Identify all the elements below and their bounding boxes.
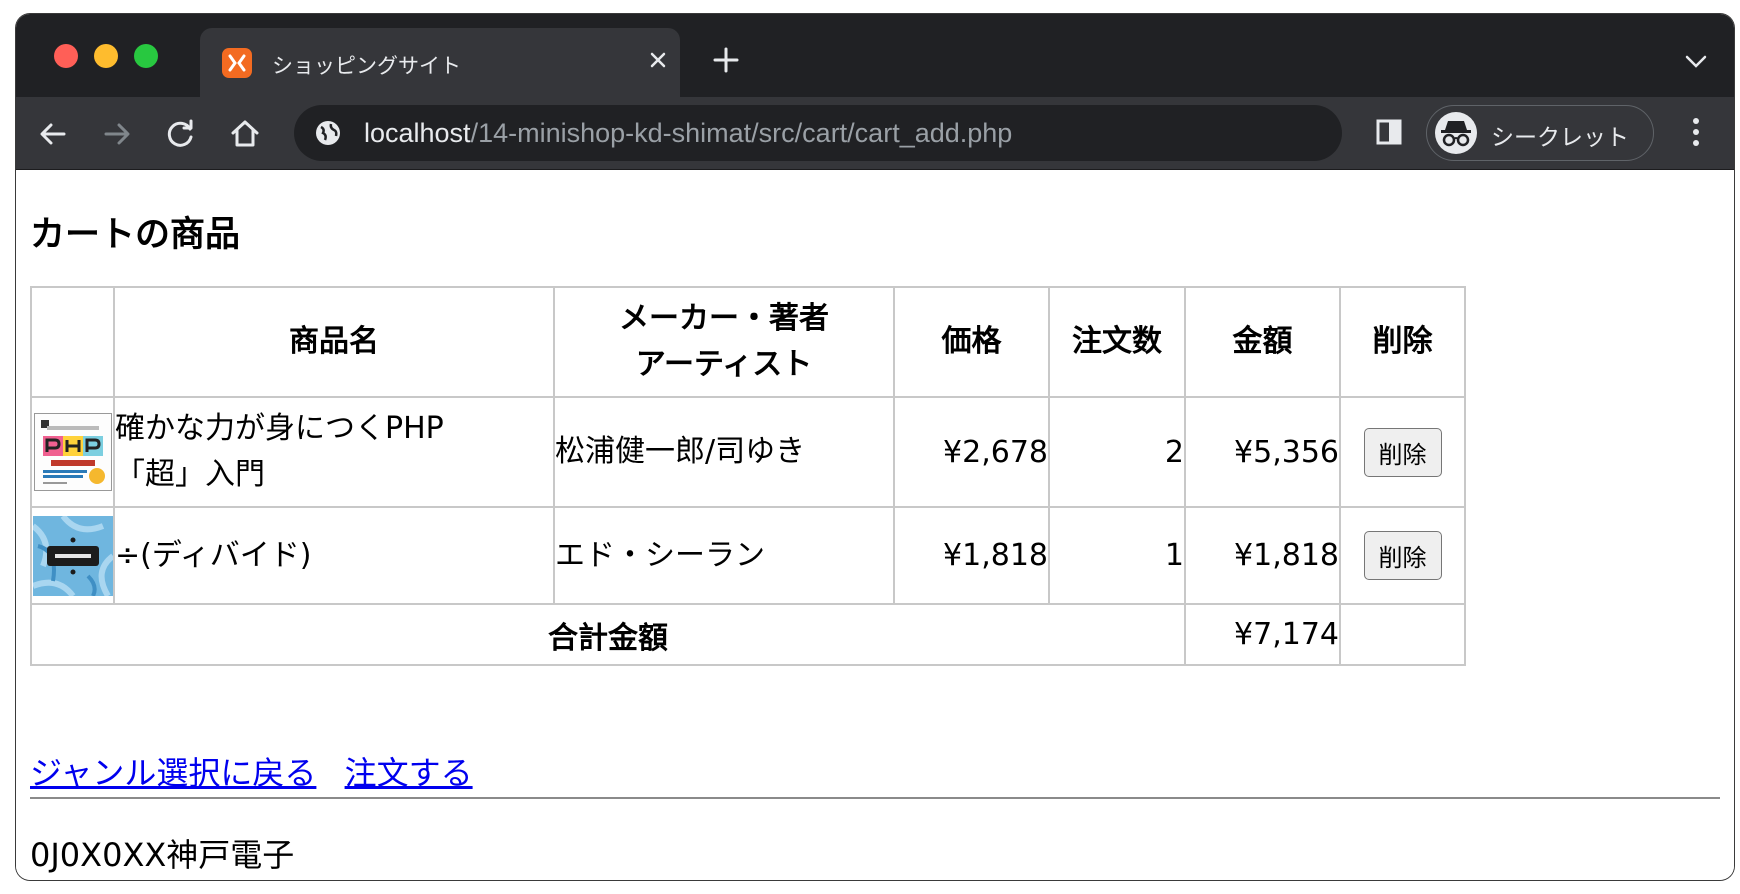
- back-arrow-icon[interactable]: [36, 117, 70, 151]
- product-price: ¥2,678: [893, 396, 1050, 508]
- url-path: /14-minishop-kd-shimat/src/cart/cart_add…: [470, 118, 1013, 148]
- product-image-cell: [30, 506, 115, 605]
- product-image-cell: [30, 396, 115, 508]
- table-header-row: 商品名 メーカー・著者 アーティスト 価格 注文数 金額 削除: [30, 286, 1466, 398]
- browser-toolbar: localhost/14-minishop-kd-shimat/src/cart…: [16, 97, 1734, 170]
- globe-icon[interactable]: [314, 119, 342, 151]
- product-price: ¥1,818: [893, 506, 1050, 605]
- page-content: カートの商品 商品名 メーカー・著者 アーティスト 価格 注文数 金額 削除 確…: [16, 170, 1734, 880]
- total-value: ¥7,174: [1184, 603, 1341, 666]
- address-bar[interactable]: localhost/14-minishop-kd-shimat/src/cart…: [294, 105, 1342, 161]
- product-qty: 2: [1048, 396, 1186, 508]
- product-name-cell: 確かな力が身につくPHP 「超」入門: [113, 396, 555, 508]
- delete-button[interactable]: 削除: [1363, 531, 1442, 580]
- tab-title: ショッピングサイト: [272, 54, 461, 78]
- product-name-line1: 確かな力が身につくPHP: [115, 411, 444, 446]
- maximize-window-button[interactable]: [134, 44, 158, 68]
- active-tab[interactable]: ショッピングサイト: [200, 28, 680, 97]
- product-name: ÷(ディバイド): [113, 506, 555, 605]
- product-maker: エド・シーラン: [553, 506, 895, 605]
- cart-table: 商品名 メーカー・著者 アーティスト 価格 注文数 金額 削除 確かな力が身につ…: [30, 286, 1466, 666]
- reload-icon[interactable]: [164, 117, 198, 151]
- table-row: 確かな力が身につくPHP 「超」入門 松浦健一郎/司ゆき ¥2,678 2 ¥5…: [30, 396, 1466, 508]
- incognito-label: シークレット: [1491, 125, 1629, 151]
- php-book-cover-image[interactable]: [33, 413, 112, 491]
- product-maker: 松浦健一郎/司ゆき: [553, 396, 895, 508]
- footer-text: 0J0X0XX神戸電子: [30, 836, 295, 874]
- delete-cell: 削除: [1339, 396, 1466, 508]
- close-window-button[interactable]: [54, 44, 78, 68]
- header-maker: メーカー・著者 アーティスト: [553, 286, 895, 398]
- forward-arrow-icon[interactable]: [100, 117, 134, 151]
- back-to-genre-link[interactable]: ジャンル選択に戻る: [30, 754, 316, 792]
- header-qty: 注文数: [1048, 286, 1186, 398]
- header-maker-line1: メーカー・著者: [619, 301, 829, 336]
- browser-window: ショッピングサイト localhost/14-minishop-kd-shima…: [16, 14, 1734, 880]
- delete-cell: 削除: [1339, 506, 1466, 605]
- total-label: 合計金額: [30, 603, 1186, 666]
- url-text: localhost/14-minishop-kd-shimat/src/cart…: [364, 118, 1012, 149]
- kebab-menu-icon[interactable]: [1690, 115, 1702, 153]
- tab-close-icon[interactable]: [646, 48, 670, 72]
- new-tab-plus-icon[interactable]: [710, 44, 742, 76]
- header-image: [30, 286, 115, 398]
- incognito-profile-button[interactable]: シークレット: [1426, 105, 1654, 161]
- header-amount: 金額: [1184, 286, 1341, 398]
- incognito-icon: [1435, 112, 1477, 154]
- minimize-window-button[interactable]: [94, 44, 118, 68]
- total-empty-cell: [1339, 603, 1466, 666]
- header-delete: 削除: [1339, 286, 1466, 398]
- header-price: 価格: [893, 286, 1050, 398]
- footer-divider: [30, 797, 1720, 799]
- page-title: カートの商品: [30, 215, 241, 255]
- place-order-link[interactable]: 注文する: [345, 754, 473, 792]
- xampp-favicon-icon: [222, 48, 252, 78]
- tab-strip: ショッピングサイト: [16, 14, 1734, 97]
- delete-button[interactable]: 削除: [1363, 427, 1442, 477]
- header-product-name: 商品名: [113, 286, 555, 398]
- product-amount: ¥5,356: [1184, 396, 1341, 508]
- product-amount: ¥1,818: [1184, 506, 1341, 605]
- divide-album-cover-image[interactable]: [30, 513, 115, 598]
- product-qty: 1: [1048, 506, 1186, 605]
- url-host: localhost: [364, 118, 471, 148]
- action-links: ジャンル選択に戻る 注文する: [30, 748, 491, 794]
- table-row: ÷(ディバイド) エド・シーラン ¥1,818 1 ¥1,818 削除: [30, 506, 1466, 605]
- side-panel-icon[interactable]: [1374, 117, 1404, 151]
- total-row: 合計金額 ¥7,174: [30, 603, 1466, 666]
- header-maker-line2: アーティスト: [635, 347, 813, 382]
- home-icon[interactable]: [228, 117, 262, 151]
- product-name-line2: 「超」入門: [115, 457, 265, 492]
- tab-search-chevron-down-icon[interactable]: [1684, 54, 1708, 74]
